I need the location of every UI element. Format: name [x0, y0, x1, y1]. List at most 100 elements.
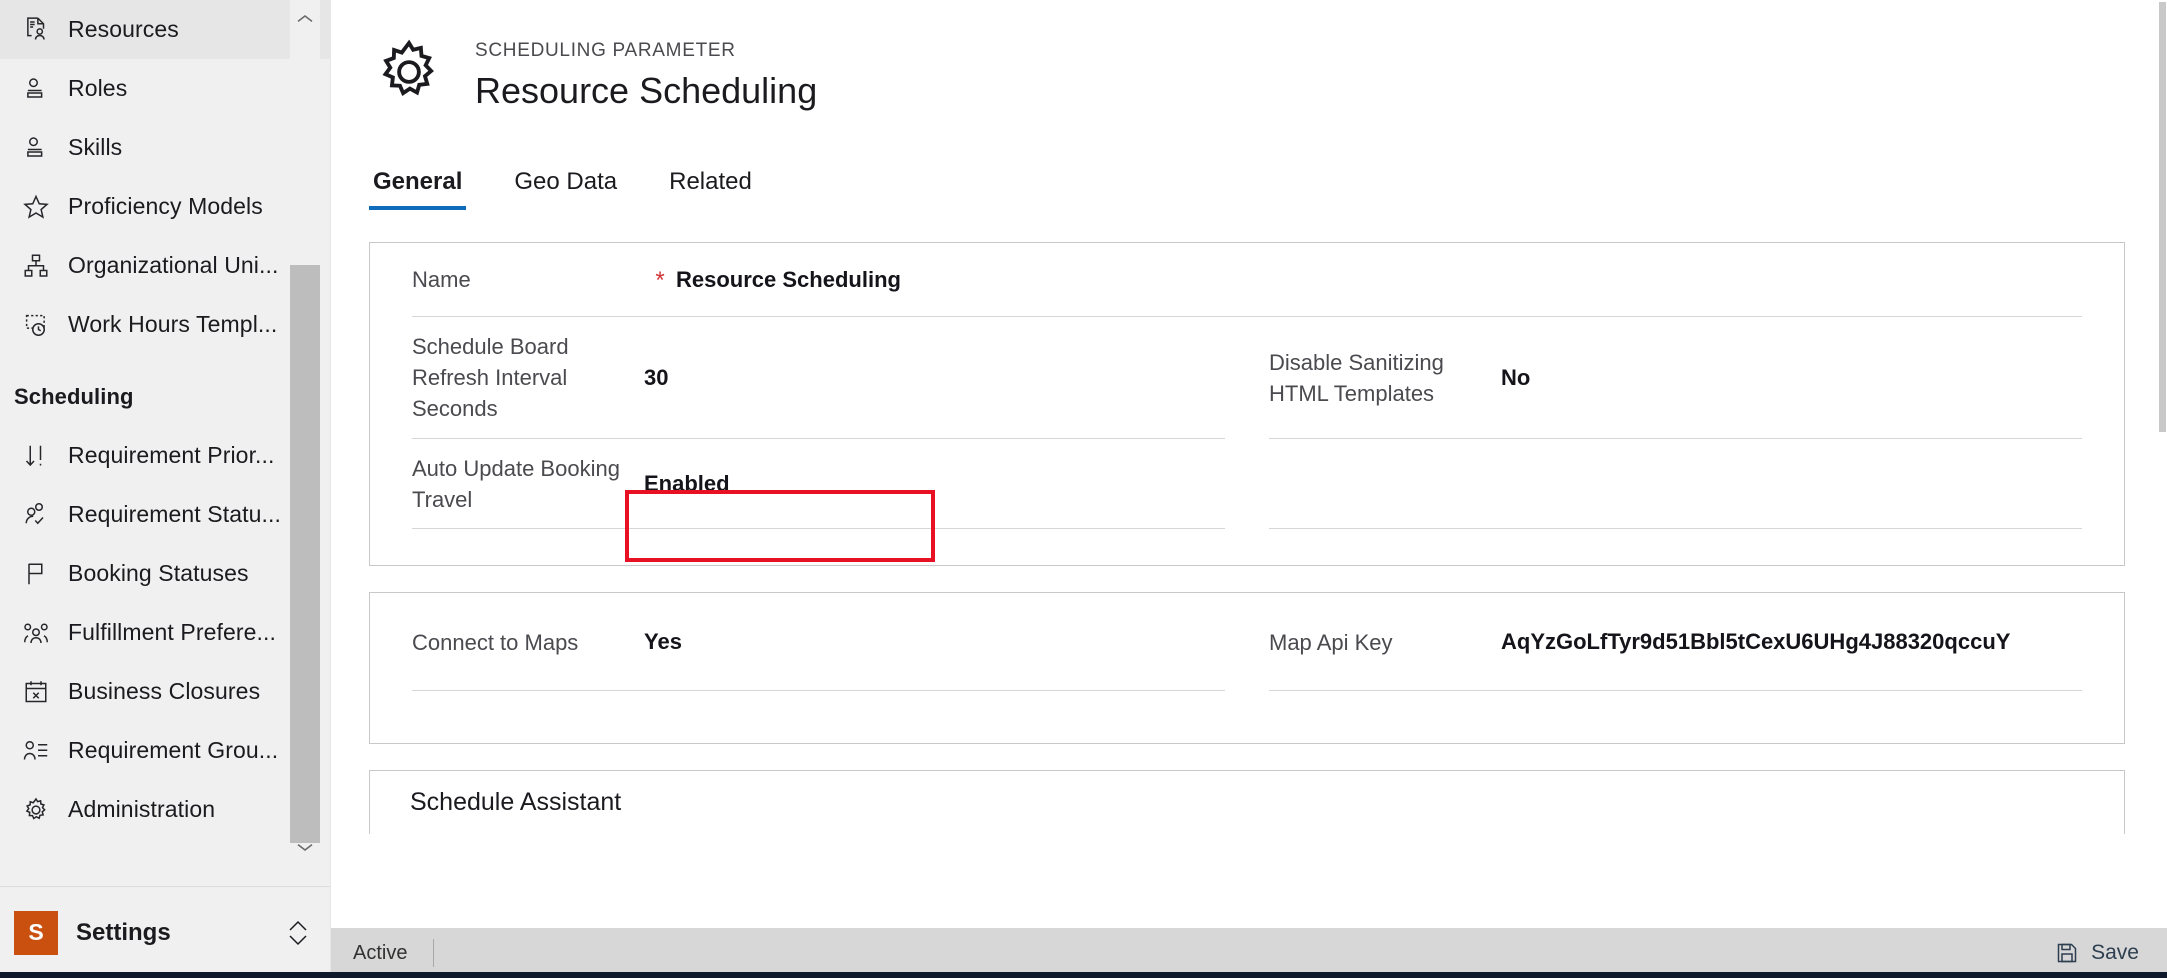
- field-label: Schedule Board Refresh Interval Seconds: [412, 334, 569, 422]
- schedule-assistant-section: Schedule Assistant: [369, 770, 2125, 835]
- window-bottom-strip: [0, 972, 2167, 978]
- sidebar-item-requirement-statuses[interactable]: Requirement Statu...: [0, 485, 330, 544]
- page-eyebrow: SCHEDULING PARAMETER: [475, 40, 736, 61]
- field-value: No: [1501, 364, 1531, 390]
- star-icon: [18, 189, 54, 225]
- tab-related[interactable]: Related: [665, 168, 756, 210]
- field-label: Auto Update Booking Travel: [412, 455, 620, 512]
- chevron-up-icon[interactable]: [290, 6, 320, 32]
- sidebar-item-label: Requirement Statu...: [68, 501, 281, 527]
- field-value: Yes: [644, 629, 682, 655]
- save-label: Save: [2091, 941, 2139, 964]
- document-person-icon: [18, 12, 54, 48]
- field-value: 30: [644, 364, 669, 390]
- field-label: Name: [412, 267, 471, 293]
- sidebar-item-label: Requirement Grou...: [68, 737, 279, 763]
- sidebar-item-booking-statuses[interactable]: Booking Statuses: [0, 544, 330, 603]
- sidebar-item-requirement-groups[interactable]: Requirement Grou...: [0, 721, 330, 780]
- field-label: Map Api Key: [1269, 629, 1393, 655]
- card-bottom-spacer: [390, 691, 2104, 743]
- sidebar-item-proficiency-models[interactable]: Proficiency Models: [0, 177, 330, 236]
- field-auto-update-booking-travel[interactable]: Auto Update Booking Travel Enabled: [390, 439, 1247, 530]
- page-header: SCHEDULING PARAMETER Resource Scheduling: [331, 0, 2167, 112]
- card-bottom-spacer: [390, 529, 2104, 565]
- field-schedule-board-refresh-interval[interactable]: Schedule Board Refresh Interval Seconds …: [390, 317, 1247, 439]
- form-row-refresh-interval: Schedule Board Refresh Interval Seconds …: [390, 317, 2104, 439]
- sidebar-item-label: Requirement Prior...: [68, 442, 275, 468]
- sidebar-item-label: Resources: [68, 16, 179, 42]
- form-row-maps: Connect to Maps Yes Map Api Key AqYzGoLf…: [390, 593, 2104, 692]
- sidebar-item-roles[interactable]: Roles: [0, 59, 330, 118]
- main-scrollbar-thumb[interactable]: [2159, 2, 2166, 432]
- form-row-auto-update-booking-travel: Auto Update Booking Travel Enabled: [390, 439, 2104, 530]
- field-name[interactable]: Name * Resource Scheduling: [390, 243, 2104, 317]
- settings-badge: S: [14, 910, 58, 955]
- sidebar-item-label: Fulfillment Prefere...: [68, 619, 276, 645]
- sidebar-item-fulfillment-preferences[interactable]: Fulfillment Prefere...: [0, 603, 330, 662]
- chevron-down-icon[interactable]: [290, 834, 320, 860]
- field-label: Connect to Maps: [412, 629, 579, 655]
- people-group-icon: [18, 615, 54, 651]
- sidebar-item-skills[interactable]: Skills: [0, 118, 330, 177]
- sidebar-scroll-region: Resources Roles Skills Proficiency Model…: [0, 0, 330, 886]
- calendar-x-icon: [18, 674, 54, 710]
- settings-label: Settings: [76, 918, 171, 946]
- person-card-icon: [18, 71, 54, 107]
- page-header-text: SCHEDULING PARAMETER Resource Scheduling: [475, 28, 817, 112]
- sidebar: Resources Roles Skills Proficiency Model…: [0, 0, 330, 978]
- tab-bar: General Geo Data Related: [331, 156, 2167, 210]
- sidebar-item-work-hours-templates[interactable]: Work Hours Templ...: [0, 295, 330, 354]
- clock-template-icon: [18, 307, 54, 343]
- person-list-icon: [18, 733, 54, 769]
- sidebar-item-administration[interactable]: Administration: [0, 780, 330, 839]
- save-disk-icon: [2055, 941, 2079, 965]
- org-hierarchy-icon: [18, 248, 54, 284]
- sidebar-item-organizational-units[interactable]: Organizational Uni...: [0, 236, 330, 295]
- sidebar-nav-list: Resources Roles Skills Proficiency Model…: [0, 0, 330, 839]
- main-scrollbar[interactable]: [2159, 0, 2167, 920]
- sidebar-scrollbar-thumb[interactable]: [290, 265, 320, 843]
- status-bar: Active Save: [331, 928, 2167, 978]
- status-left-group: Active: [353, 939, 435, 967]
- sidebar-item-label: Roles: [68, 75, 128, 101]
- field-map-api-key[interactable]: Map Api Key AqYzGoLfTyr9d51Bbl5tCexU6UHg…: [1247, 593, 2104, 692]
- field-value: Resource Scheduling: [676, 267, 901, 292]
- field-value: Enabled: [644, 470, 730, 496]
- tab-geo-data[interactable]: Geo Data: [510, 168, 621, 210]
- required-marker: *: [655, 267, 665, 294]
- main-content: SCHEDULING PARAMETER Resource Scheduling…: [330, 0, 2167, 978]
- sidebar-item-label: Booking Statuses: [68, 560, 249, 586]
- sort-priority-icon: [18, 438, 54, 474]
- tab-general[interactable]: General: [369, 168, 467, 210]
- sidebar-item-label: Work Hours Templ...: [68, 311, 278, 337]
- form-row-name: Name * Resource Scheduling: [390, 243, 2104, 317]
- sidebar-group-title-scheduling: Scheduling: [14, 384, 134, 409]
- general-fields-card: Name * Resource Scheduling Schedule Boar…: [369, 242, 2125, 567]
- gear-icon: [369, 32, 449, 112]
- field-empty-right: [1247, 439, 2104, 530]
- person-check-icon: [18, 497, 54, 533]
- field-disable-sanitizing-html-templates[interactable]: Disable Sanitizing HTML Templates No: [1247, 317, 2104, 439]
- sidebar-item-label: Skills: [68, 134, 123, 160]
- section-title: Schedule Assistant: [410, 788, 622, 817]
- sidebar-item-label: Business Closures: [68, 678, 261, 704]
- field-connect-to-maps[interactable]: Connect to Maps Yes: [390, 593, 1247, 692]
- sidebar-scrollbar[interactable]: [290, 0, 320, 886]
- save-button[interactable]: Save: [2055, 941, 2139, 965]
- field-value: AqYzGoLfTyr9d51Bbl5tCexU6UHg4J88320qccuY: [1501, 629, 2011, 655]
- sidebar-item-resources[interactable]: Resources: [0, 0, 330, 59]
- record-status: Active: [353, 941, 408, 964]
- sidebar-item-label: Administration: [68, 796, 216, 822]
- field-label: Disable Sanitizing HTML Templates: [1269, 349, 1444, 406]
- status-divider: [433, 939, 435, 967]
- app-root: Resources Roles Skills Proficiency Model…: [0, 0, 2167, 978]
- sidebar-item-business-closures[interactable]: Business Closures: [0, 662, 330, 721]
- main-scroll-region: SCHEDULING PARAMETER Resource Scheduling…: [331, 0, 2167, 928]
- sidebar-area-switcher[interactable]: S Settings: [0, 886, 330, 978]
- sidebar-item-requirement-priorities[interactable]: Requirement Prior...: [0, 426, 330, 485]
- sidebar-item-label: Organizational Uni...: [68, 252, 279, 278]
- person-card-icon: [18, 130, 54, 166]
- sidebar-item-label: Proficiency Models: [68, 193, 263, 219]
- maps-fields-card: Connect to Maps Yes Map Api Key AqYzGoLf…: [369, 592, 2125, 745]
- chevron-updown-icon[interactable]: [284, 916, 312, 950]
